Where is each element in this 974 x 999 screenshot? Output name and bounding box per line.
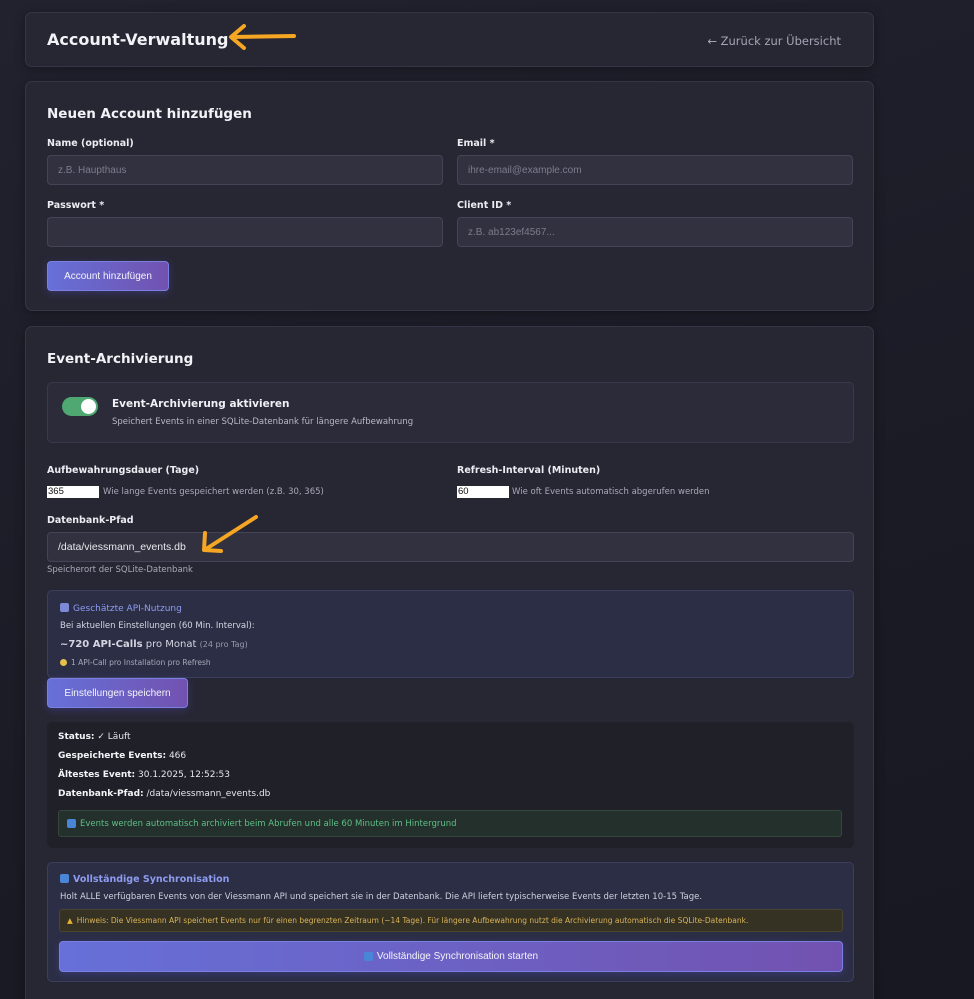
archive-toggle-label: Event-Archivierung aktivieren [112, 398, 290, 410]
full-sync-description: Holt ALLE verfügbaren Events von der Vie… [60, 892, 703, 902]
refresh-interval-input[interactable]: 60 [457, 486, 509, 498]
client-id-label: Client ID * [457, 200, 512, 211]
status-key: Status: [58, 732, 95, 742]
archive-info-banner: Events werden automatisch archiviert bei… [58, 810, 842, 837]
start-full-sync-button[interactable]: Vollständige Synchronisation starten [59, 941, 843, 972]
api-usage-heading: Geschätzte API-Nutzung [60, 603, 182, 614]
add-account-title: Neuen Account hinzufügen [47, 106, 252, 122]
api-usage-calls-line: ~720 API-Calls pro Monat (24 pro Tag) [60, 639, 248, 650]
api-usage-tip: 1 API-Call pro Installation pro Refresh [71, 658, 211, 667]
sync-warning-banner: ▲ Hinweis: Die Viessmann API speichert Ev… [59, 909, 843, 932]
start-full-sync-label: Vollständige Synchronisation starten [376, 951, 539, 962]
db-path-status-key: Datenbank-Pfad: [58, 789, 144, 799]
back-to-overview-link[interactable]: ← Zurück zur Übersicht [707, 34, 841, 48]
retention-input[interactable]: 365 [47, 486, 99, 498]
api-usage-box: Geschätzte API-Nutzung Bei aktuellen Ein… [47, 590, 854, 678]
full-sync-title: Vollständige Synchronisation [73, 874, 230, 885]
add-account-button[interactable]: Account hinzufügen [47, 261, 169, 291]
name-label: Name (optional) [47, 138, 134, 149]
toggle-knob [81, 399, 96, 414]
retention-hint: Wie lange Events gespeichert werden (z.B… [103, 487, 324, 497]
info-icon [67, 819, 76, 828]
password-input[interactable] [47, 217, 443, 247]
name-input[interactable]: z.B. Haupthaus [47, 155, 443, 185]
saved-events-key: Gespeicherte Events: [58, 751, 167, 761]
api-calls-per-day: (24 pro Tag) [199, 640, 248, 649]
bar-chart-icon [60, 603, 69, 612]
archive-status-box: Status: ✓ Läuft Gespeicherte Events: 466… [47, 722, 854, 848]
lightbulb-icon [60, 659, 67, 666]
db-path-input[interactable]: /data/viessmann_events.db [47, 532, 854, 562]
event-archive-title: Event-Archivierung [47, 351, 194, 367]
oldest-event-line: Ältestes Event: 30.1.2025, 12:52:53 [58, 770, 230, 780]
client-id-input[interactable]: z.B. ab123ef4567... [457, 217, 853, 247]
password-label: Passwort * [47, 200, 105, 211]
event-archive-card: Event-Archivierung Event-Archivierung ak… [25, 326, 874, 999]
email-input[interactable]: ihre-email@example.com [457, 155, 853, 185]
retention-label: Aufbewahrungsdauer (Tage) [47, 465, 200, 476]
full-sync-heading: Vollständige Synchronisation [60, 874, 229, 885]
page-title: Account-Verwaltung [47, 30, 229, 49]
refresh-interval-hint: Wie oft Events automatisch abgerufen wer… [512, 487, 710, 497]
api-calls-count: ~720 API-Calls [60, 639, 143, 650]
archive-toggle[interactable] [62, 397, 98, 416]
status-value: ✓ Läuft [94, 732, 131, 742]
db-path-label: Datenbank-Pfad [47, 515, 134, 526]
archive-toggle-box: Event-Archivierung aktivieren Speichert … [47, 382, 854, 443]
warning-icon: ▲ [67, 916, 73, 925]
archive-info-text: Events werden automatisch archiviert bei… [80, 818, 457, 829]
refresh-interval-label: Refresh-Interval (Minuten) [457, 465, 601, 476]
api-usage-settings-line: Bei aktuellen Einstellungen (60 Min. Int… [60, 621, 255, 631]
api-usage-title: Geschätzte API-Nutzung [73, 604, 182, 614]
saved-events-line: Gespeicherte Events: 466 [58, 751, 186, 761]
add-account-card: Neuen Account hinzufügen Name (optional)… [25, 81, 874, 311]
api-usage-tip-line: 1 API-Call pro Installation pro Refresh [60, 658, 211, 667]
annotation-arrow-icon [202, 515, 258, 553]
sync-icon [60, 874, 69, 883]
oldest-event-value: 30.1.2025, 12:52:53 [135, 770, 230, 780]
db-path-status-value: /data/viessmann_events.db [143, 789, 271, 799]
status-line: Status: ✓ Läuft [58, 732, 131, 742]
sync-warning-text: Hinweis: Die Viessmann API speichert Eve… [76, 916, 749, 925]
db-path-status-line: Datenbank-Pfad: /data/viessmann_events.d… [58, 789, 270, 799]
sync-button-icon [363, 952, 373, 961]
full-sync-box: Vollständige Synchronisation Holt ALLE v… [47, 862, 854, 982]
oldest-event-key: Ältestes Event: [58, 770, 136, 780]
api-calls-period: pro Monat [142, 639, 200, 650]
db-path-hint: Speicherort der SQLite-Datenbank [47, 565, 193, 575]
header-card: Account-Verwaltung ← Zurück zur Übersich… [25, 12, 874, 67]
archive-toggle-description: Speichert Events in einer SQLite-Datenba… [112, 417, 414, 427]
saved-events-value: 466 [166, 751, 187, 761]
save-settings-button[interactable]: Einstellungen speichern [47, 678, 188, 708]
email-label: Email * [457, 138, 495, 149]
annotation-arrow-icon [229, 24, 296, 50]
